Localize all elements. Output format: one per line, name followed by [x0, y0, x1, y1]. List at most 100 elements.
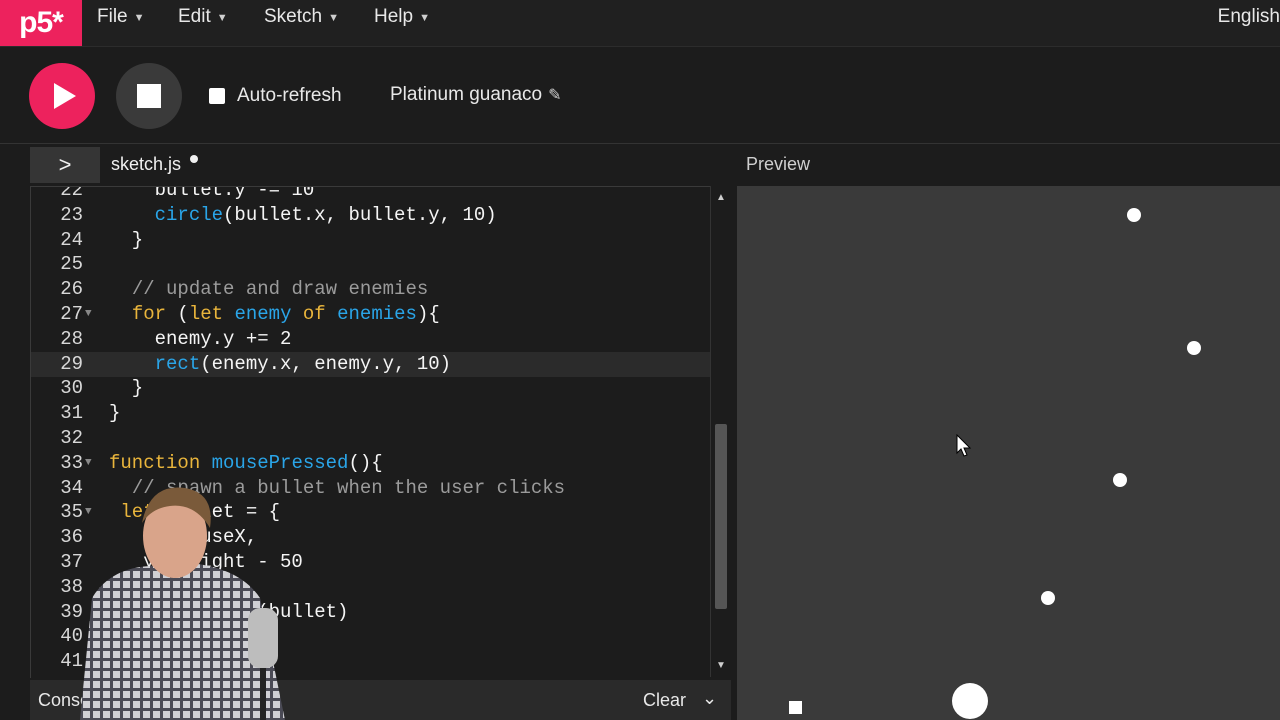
line-number: 38	[60, 575, 83, 598]
menu-edit[interactable]: Edit ▼	[178, 6, 228, 28]
language-selector[interactable]: English	[1218, 6, 1280, 28]
line-number: 28	[60, 327, 83, 350]
preview-canvas[interactable]	[737, 186, 1280, 720]
sketch-name[interactable]: Platinum guanaco ✎	[390, 84, 562, 106]
code-text: }	[109, 402, 121, 425]
line-number: 36	[60, 526, 83, 549]
scroll-down-icon[interactable]: ▼	[716, 660, 726, 671]
line-number: 33	[60, 451, 83, 474]
caret-down-icon: ▼	[328, 12, 339, 24]
editor-scrollbar[interactable]: ▲ ▼	[710, 186, 732, 677]
line-number: 32	[60, 427, 83, 449]
code-text: // spawn a bullet when the user clicks	[131, 476, 566, 499]
p5-logo[interactable]: p5*	[0, 0, 82, 46]
code-text: bullets.push(bullet)	[109, 600, 349, 623]
code-editor[interactable]: 22 bullet.y -= 10 23 circle(bullet.x, bul…	[30, 186, 732, 678]
line-number: 29	[60, 352, 83, 375]
console-label[interactable]: Console	[38, 690, 104, 711]
line-number: 24	[60, 228, 83, 251]
caret-down-icon: ▼	[419, 12, 430, 24]
code-line[interactable]: 37 y: height - 50	[31, 550, 711, 575]
chevron-right-icon: >	[58, 152, 72, 177]
caret-down-icon: ▼	[133, 12, 145, 24]
unsaved-indicator	[190, 155, 198, 163]
line-number: 31	[60, 402, 83, 425]
fold-icon[interactable]: ▼	[85, 500, 92, 525]
bullet-circle	[1113, 473, 1127, 487]
enemy-square	[789, 701, 802, 714]
pencil-icon[interactable]: ✎	[548, 85, 561, 105]
code-line[interactable]: 38 }	[31, 575, 711, 600]
line-number: 35	[60, 501, 83, 524]
code-line[interactable]: 36 x: mouseX,	[31, 525, 711, 550]
sidebar-toggle-button[interactable]: >	[30, 147, 100, 183]
code-text: }	[109, 377, 144, 400]
line-number: 34	[60, 476, 83, 499]
line-number: 25	[60, 253, 83, 276]
menu-sketch[interactable]: Sketch ▼	[264, 6, 339, 28]
mouse-cursor-icon	[956, 434, 972, 457]
code-line[interactable]: 27 ▼ for (let enemy of enemies){	[31, 302, 711, 327]
line-number: 37	[60, 551, 83, 573]
code-text: enemy.y += 2	[109, 327, 292, 350]
code-line[interactable]: 35 ▼ let bullet = {	[31, 500, 711, 525]
code-line[interactable]: 22 bullet.y -= 10	[31, 186, 711, 203]
bullet-circle	[1127, 208, 1141, 222]
play-button[interactable]	[29, 63, 95, 129]
menu-label: Edit	[178, 6, 211, 27]
code-text: for (let enemy of enemies){	[131, 303, 440, 325]
code-line[interactable]: 30 }	[31, 376, 711, 401]
code-line[interactable]: 31}	[31, 401, 711, 426]
code-text: bullet.y -= 10	[109, 186, 315, 201]
line-number: 41	[60, 650, 83, 673]
scroll-up-icon[interactable]: ▲	[716, 192, 726, 203]
menu-label: Sketch	[264, 6, 323, 27]
line-number: 30	[60, 377, 83, 400]
line-number: 23	[60, 203, 83, 226]
code-line[interactable]: 28 enemy.y += 2	[31, 327, 711, 352]
code-text: let bullet = {	[120, 501, 281, 524]
fold-icon[interactable]: ▼	[85, 451, 92, 476]
console-bar: Console Clear ⌄	[30, 680, 731, 720]
chevron-down-icon[interactable]: ⌄	[702, 688, 717, 709]
code-line[interactable]: 34 // spawn a bullet when the user click…	[31, 476, 711, 501]
code-text: x: mouseX,	[109, 526, 258, 549]
menu-file[interactable]: File ▼	[97, 6, 145, 28]
logo-text: p5*	[19, 6, 64, 39]
player-circle	[952, 683, 988, 719]
menu-label: Help	[374, 6, 414, 27]
line-number: 26	[60, 278, 83, 301]
bullet-circle	[1041, 591, 1055, 605]
code-text: }	[109, 228, 144, 251]
fold-icon[interactable]: ▼	[85, 302, 92, 327]
line-number: 39	[60, 600, 83, 623]
code-line[interactable]: 33 ▼ function mousePressed(){	[31, 451, 711, 476]
stop-icon	[137, 84, 161, 108]
toolbar: Auto-refresh Platinum guanaco ✎	[0, 47, 1280, 144]
code-text: // update and draw enemies	[131, 278, 429, 301]
code-line[interactable]: 24 }	[31, 228, 711, 253]
stop-button[interactable]	[116, 63, 182, 129]
menu-label: File	[97, 6, 128, 27]
code-text: circle(bullet.x, bullet.y, 10)	[154, 203, 497, 226]
code-line[interactable]: 40	[31, 624, 711, 649]
code-text: function mousePressed(){	[109, 451, 383, 474]
scroll-thumb[interactable]	[715, 424, 727, 609]
code-text: }	[109, 575, 132, 598]
clear-button[interactable]: Clear	[643, 690, 686, 711]
auto-refresh-toggle[interactable]: Auto-refresh	[209, 85, 342, 107]
caret-down-icon: ▼	[216, 12, 228, 24]
code-line[interactable]: 39 bullets.push(bullet)	[31, 600, 711, 625]
menu-bar: p5* File ▼ Edit ▼ Sketch ▼ Help ▼ English	[0, 0, 1280, 47]
code-line[interactable]: 25	[31, 252, 711, 277]
code-line[interactable]: 29 rect(enemy.x, enemy.y, 10)	[31, 351, 711, 377]
auto-refresh-checkbox[interactable]	[209, 88, 225, 104]
code-line[interactable]: 23 circle(bullet.x, bullet.y, 10)	[31, 203, 711, 228]
auto-refresh-label: Auto-refresh	[237, 85, 342, 106]
code-line[interactable]: 32	[31, 426, 711, 451]
line-number: 22	[60, 186, 83, 201]
code-line[interactable]: 26 // update and draw enemies	[31, 277, 711, 302]
menu-help[interactable]: Help ▼	[374, 6, 430, 28]
code-line[interactable]: 41	[31, 649, 711, 674]
file-tab[interactable]: sketch.js	[111, 154, 181, 175]
